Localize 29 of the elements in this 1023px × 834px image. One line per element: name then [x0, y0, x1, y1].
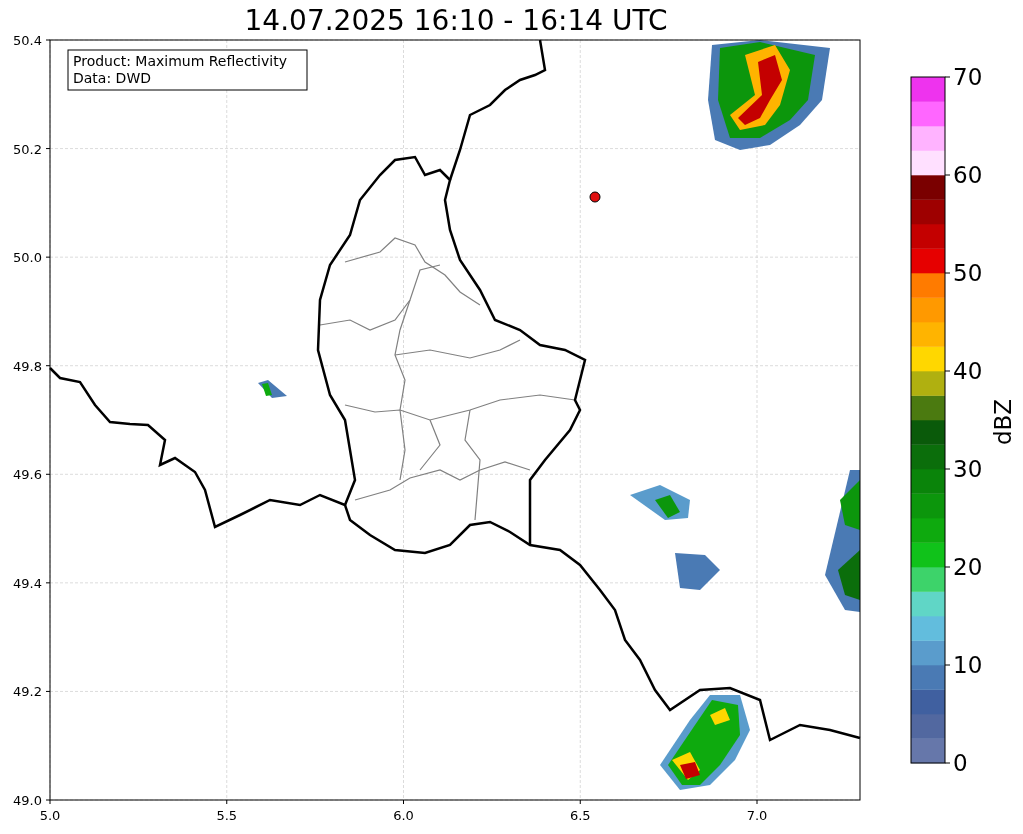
colorbar-tick-label: 40: [953, 358, 983, 384]
y-tick-label: 49.2: [13, 684, 42, 700]
radar-echo: [675, 553, 720, 590]
x-tick-label: 5.0: [39, 808, 61, 823]
location-marker: [589, 191, 601, 203]
y-tick-label: 49.4: [13, 575, 42, 591]
colorbar-tick-label: 50: [953, 260, 983, 286]
colorbar-tick-label: 20: [953, 554, 983, 580]
colorbar-tick-label: 60: [953, 162, 983, 188]
chart-title: 14.07.2025 16:10 - 16:14 UTC: [244, 4, 668, 37]
y-tick-label: 50.2: [13, 141, 42, 157]
y-tick-label: 50.4: [13, 33, 42, 48]
y-tick-label: 49.6: [13, 467, 42, 483]
colorbar-tick-label: 30: [953, 456, 983, 482]
radar-echo: [258, 380, 287, 398]
x-tick-label: 5.5: [216, 808, 238, 823]
radar-echo: [630, 485, 690, 520]
colorbar-tick-label: 70: [953, 64, 983, 90]
colorbar-tick-label: 10: [953, 652, 983, 678]
y-tick-label: 49.8: [13, 358, 42, 374]
x-tick-label: 6.5: [569, 808, 591, 823]
x-tick-label: 6.0: [393, 808, 414, 823]
x-tick-label: 7.0: [746, 808, 768, 823]
y-tick-label: 50.0: [13, 250, 42, 266]
info-text: Data: DWD: [73, 70, 151, 86]
info-text: Product: Maximum Reflectivity: [73, 53, 287, 69]
y-tick-label: 49.0: [13, 793, 42, 808]
colorbar-tick-label: 0: [953, 750, 968, 776]
colorbar-label: dBZ: [990, 398, 1016, 446]
